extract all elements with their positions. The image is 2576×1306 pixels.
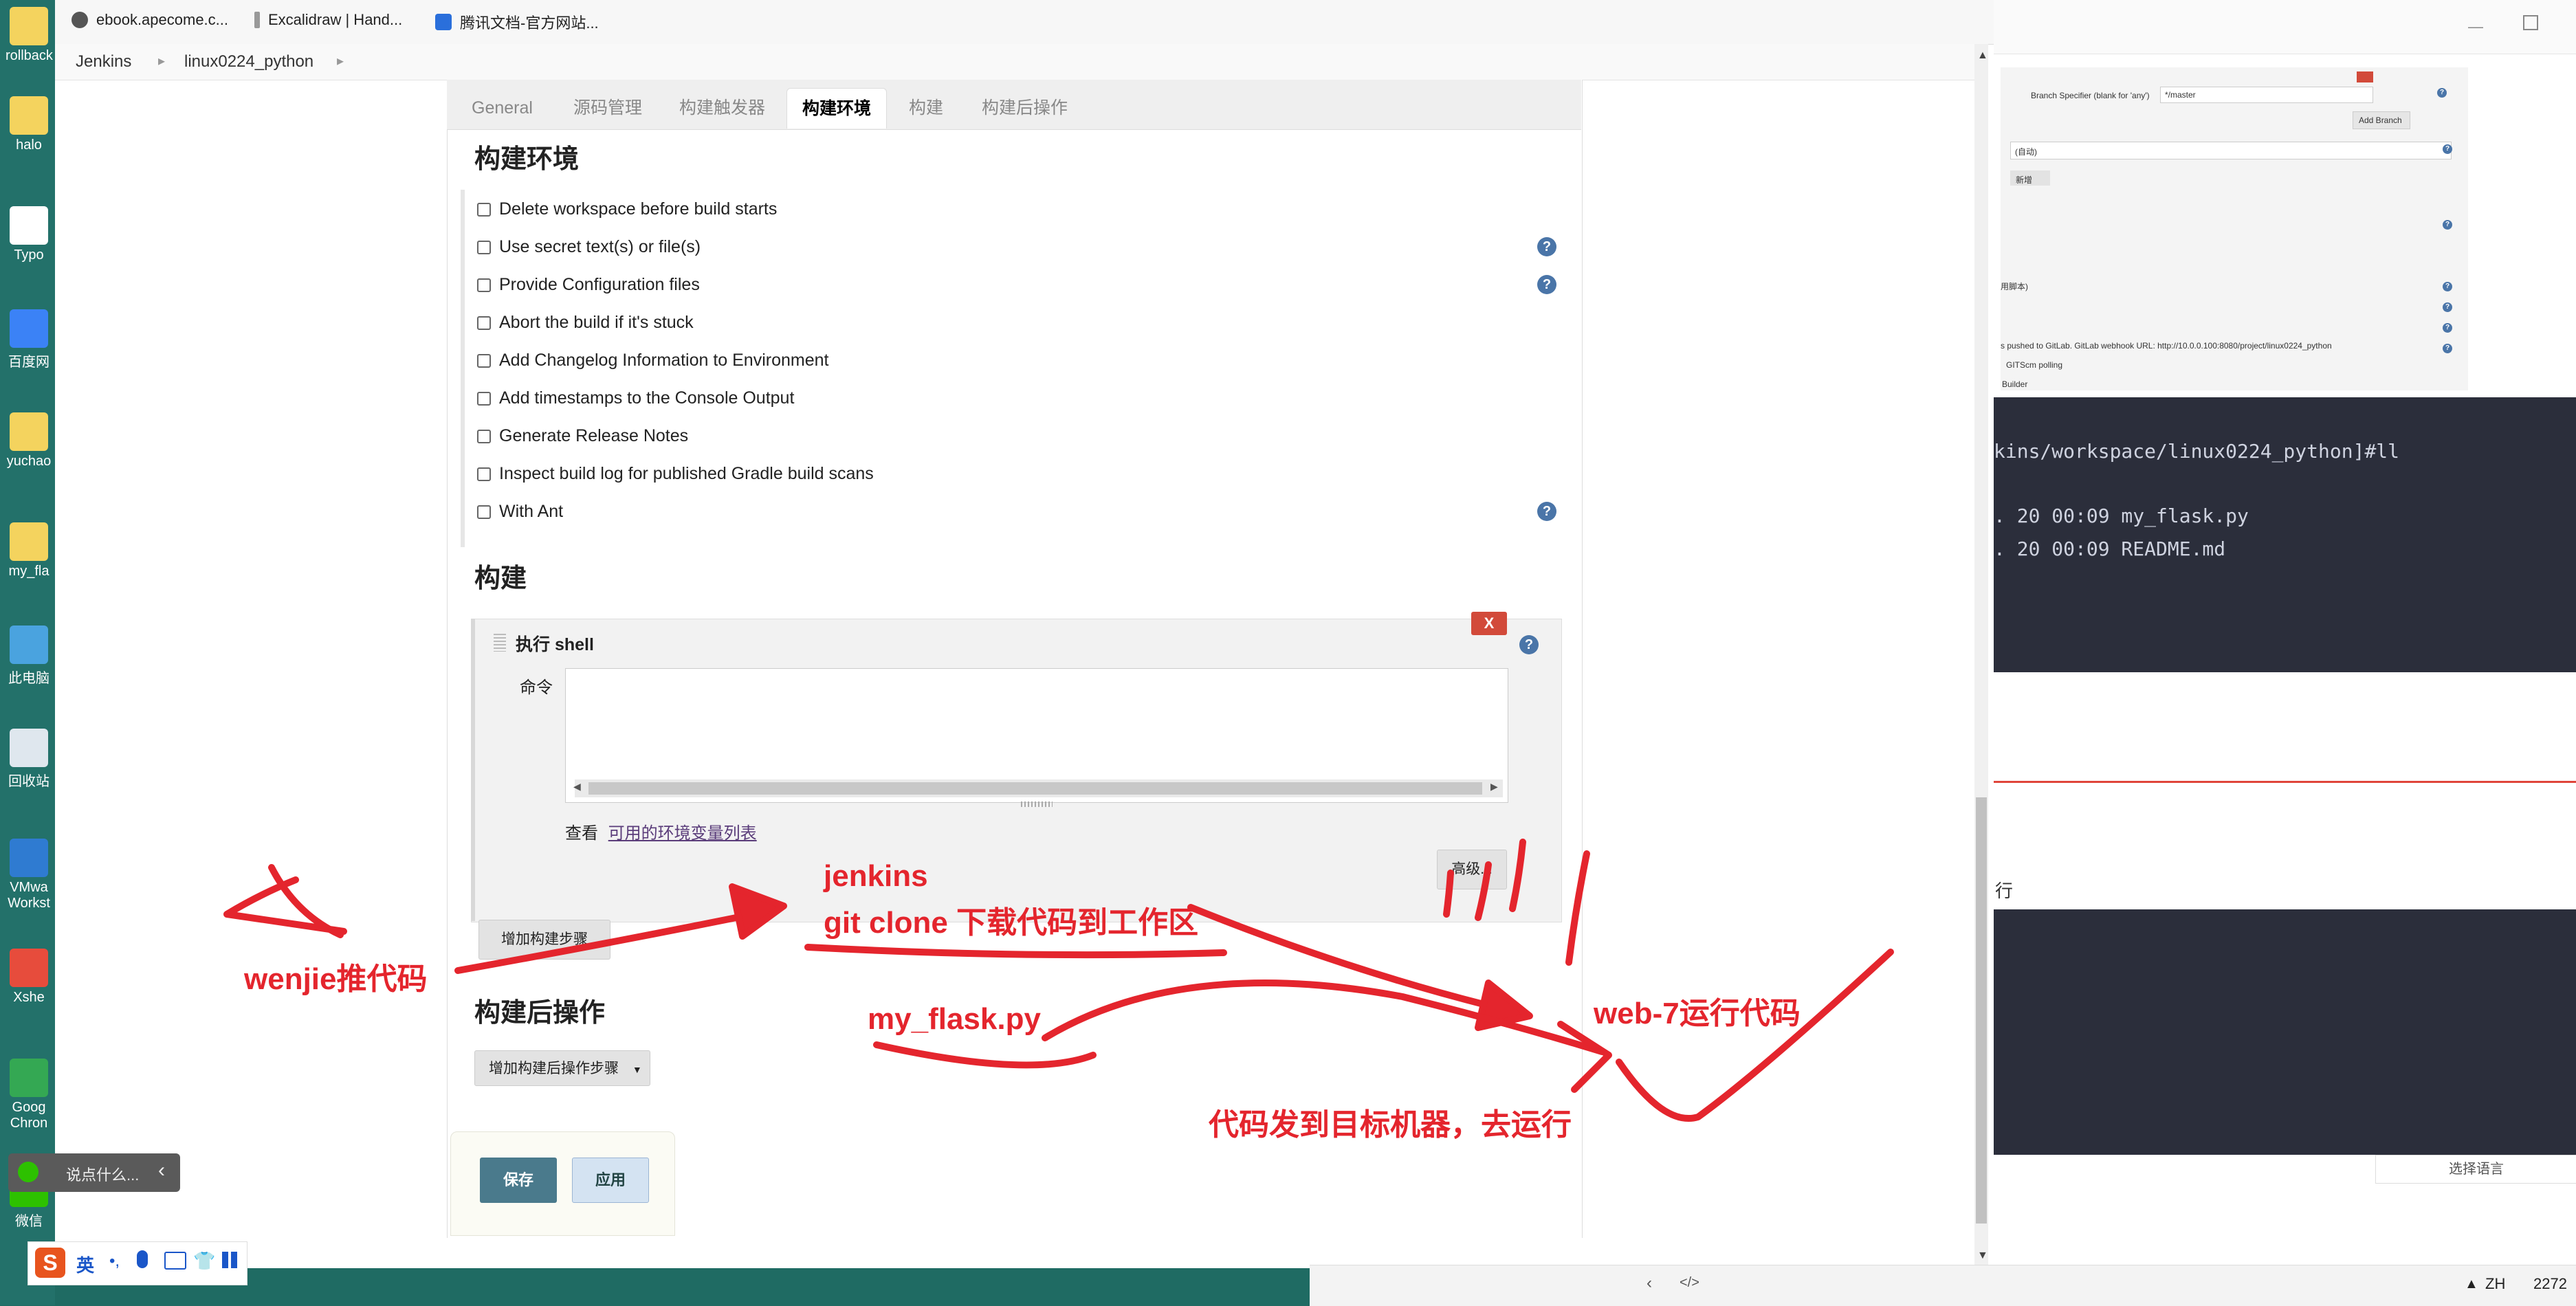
annotation-run: web-7运行代码 — [1594, 997, 1801, 1030]
underline-jenkins — [804, 944, 1227, 959]
curve-flask — [873, 1041, 1097, 1069]
arrow-deploy-head — [1557, 1021, 1612, 1093]
stroke-1 — [1443, 870, 1454, 918]
cross-mark — [223, 864, 347, 938]
arrow-push — [454, 907, 773, 974]
stroke-2 — [1475, 861, 1492, 921]
annotation-file: my_flask.py — [868, 1002, 1041, 1036]
arrow-to-web — [1187, 904, 1526, 1017]
annotation-git-clone: git clone 下载代码到工作区 — [824, 906, 1199, 940]
annotation-jenkins: jenkins — [824, 859, 928, 893]
stroke-4 — [1565, 850, 1590, 966]
stroke-3 — [1509, 839, 1526, 912]
annotation-push: wenjie推代码 — [244, 962, 428, 996]
checkmark — [1616, 949, 1894, 1122]
arrow-push-head — [729, 883, 787, 940]
annotation-deploy: 代码发到目标机器，去运行 — [1209, 1108, 1572, 1142]
